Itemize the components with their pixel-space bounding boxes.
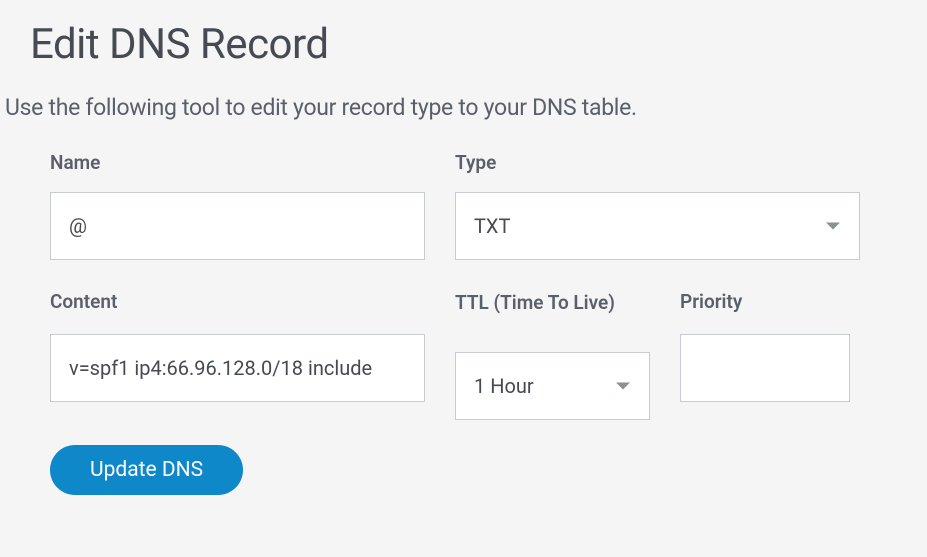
priority-input[interactable] <box>680 334 850 402</box>
type-group: Type TXT <box>455 151 860 260</box>
type-select[interactable]: TXT <box>455 192 860 260</box>
type-label: Type <box>455 151 860 174</box>
type-select-wrapper: TXT <box>455 192 860 260</box>
update-dns-button[interactable]: Update DNS <box>50 445 243 495</box>
content-label: Content <box>50 290 425 316</box>
content-input[interactable] <box>50 334 425 402</box>
dns-form: Name Type TXT Content TTL (Time To Live)… <box>30 151 897 495</box>
ttl-select[interactable]: 1 Hour <box>455 352 650 420</box>
ttl-group: 1 Hour <box>455 352 650 420</box>
row2: Content TTL (Time To Live) Priority 1 Ho… <box>50 290 897 420</box>
priority-label: Priority <box>680 290 850 316</box>
priority-group <box>680 334 850 402</box>
page-title: Edit DNS Record <box>30 20 897 69</box>
name-label: Name <box>50 151 425 174</box>
name-input[interactable] <box>50 192 425 260</box>
name-group: Name <box>50 151 425 260</box>
page-description: Use the following tool to edit your reco… <box>5 94 897 121</box>
ttl-label: TTL (Time To Live) <box>455 290 650 316</box>
content-group <box>50 334 425 402</box>
